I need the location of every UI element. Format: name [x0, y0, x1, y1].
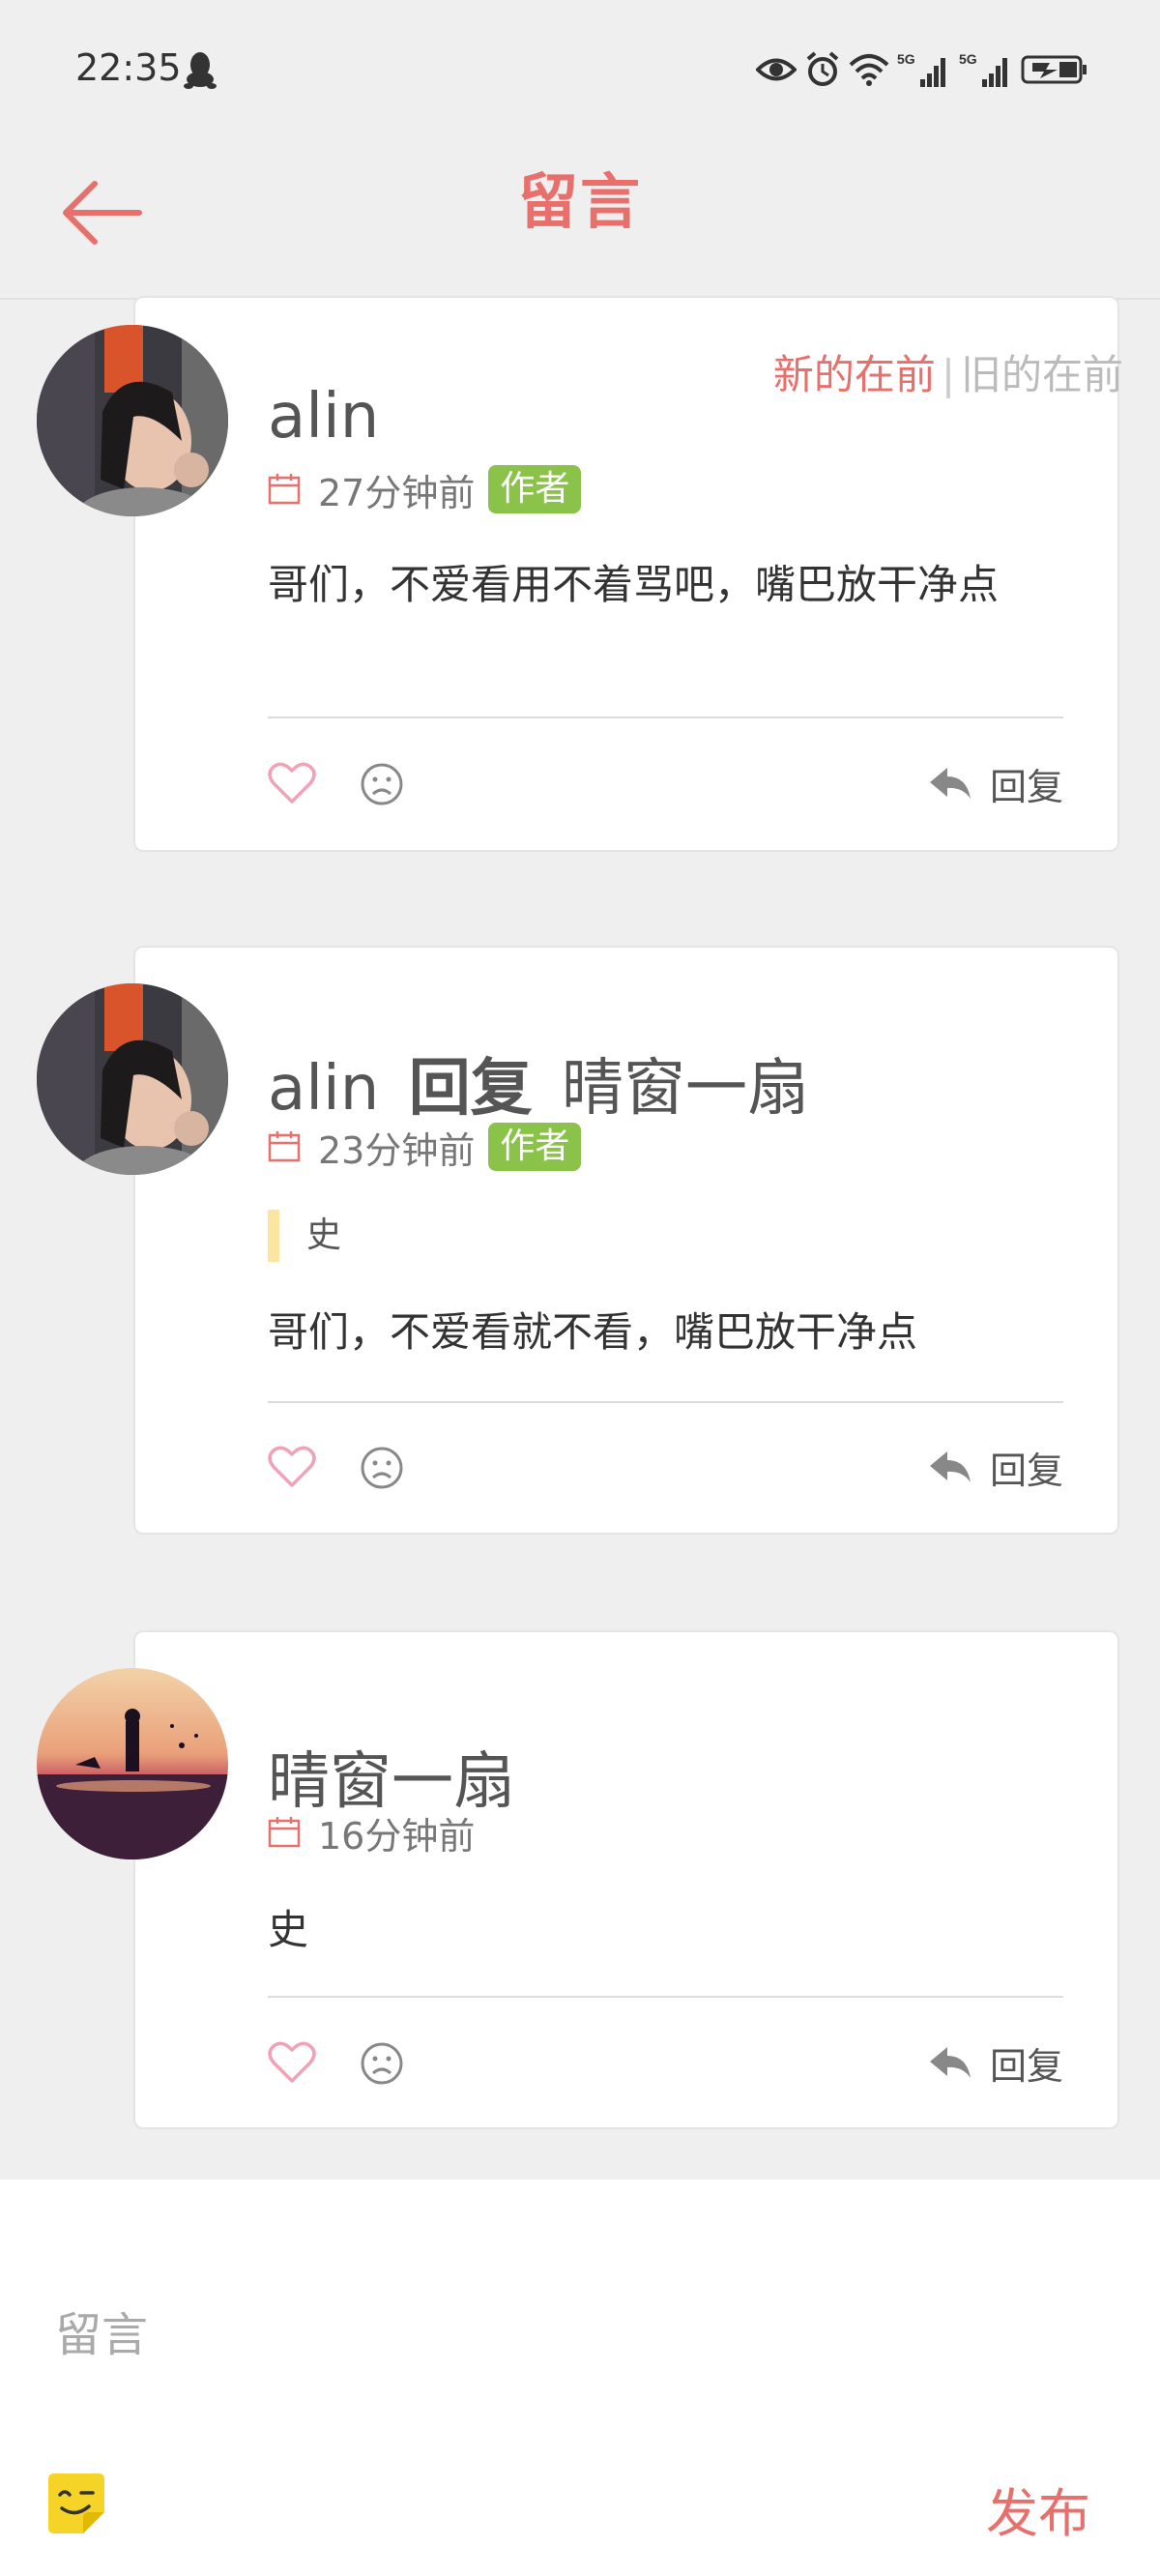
- reply-word: 回复: [408, 1053, 533, 1125]
- reply-label: 回复: [989, 766, 1063, 808]
- sad-face-icon[interactable]: [359, 761, 405, 807]
- reply-to-author[interactable]: 晴窗一扇: [562, 1053, 809, 1125]
- reply-label: 回复: [989, 1449, 1063, 1492]
- comment-actions: 回复: [268, 1439, 1063, 1497]
- reply-button[interactable]: 回复: [928, 2036, 1063, 2090]
- author-badge: 作者: [488, 1123, 582, 1171]
- comment-text: 哥们，不爱看用不着骂吧，嘴巴放干净点: [268, 561, 1000, 608]
- comment-meta: 27分钟前 作者: [268, 464, 582, 514]
- status-bar: 22:35 5G 5G: [0, 0, 1160, 135]
- heart-icon[interactable]: [268, 2040, 316, 2085]
- avatar[interactable]: [37, 325, 228, 516]
- battery-icon: [1021, 55, 1087, 84]
- comment-time: 23分钟前: [318, 1128, 476, 1172]
- quoted-comment: 史: [268, 1210, 341, 1262]
- comment-meta: 23分钟前 作者: [268, 1122, 582, 1172]
- comment-input[interactable]: [53, 2296, 1111, 2375]
- sad-face-icon[interactable]: [359, 1445, 405, 1491]
- comment-time: 16分钟前: [318, 1814, 476, 1858]
- sad-face-icon[interactable]: [359, 2040, 405, 2087]
- status-icons: 5G 5G: [756, 48, 1088, 91]
- comment-text: 哥们，不爱看就不看，嘴巴放干净点: [268, 1308, 918, 1356]
- avatar[interactable]: [37, 983, 228, 1175]
- wifi-icon: [849, 54, 889, 86]
- comment-author-line: alin 回复 晴窗一扇: [268, 1039, 809, 1127]
- qq-icon: [184, 52, 217, 89]
- comment-author[interactable]: alin: [268, 381, 379, 453]
- comment-time: 27分钟前: [318, 471, 476, 514]
- status-time: 22:35: [75, 46, 182, 89]
- calendar-icon: [268, 1817, 301, 1848]
- comment-actions: 回复: [268, 2034, 1063, 2093]
- divider: [268, 717, 1063, 718]
- signal-icon-2: 5G: [959, 51, 1007, 87]
- comment-actions: 回复: [268, 755, 1063, 813]
- avatar[interactable]: [37, 1668, 228, 1859]
- reply-button[interactable]: 回复: [928, 1441, 1063, 1494]
- sort-newest-tab[interactable]: 新的在前: [773, 351, 936, 398]
- reply-arrow-icon: [929, 767, 971, 799]
- app-header: 留言: [0, 135, 1160, 300]
- comment-meta: 16分钟前: [268, 1807, 475, 1858]
- publish-button[interactable]: 发布: [980, 2470, 1096, 2548]
- calendar-icon: [268, 474, 301, 505]
- comment-author-line: alin: [268, 381, 379, 453]
- divider: [268, 1996, 1063, 1998]
- eye-icon: [756, 58, 797, 81]
- reply-button[interactable]: 回复: [928, 757, 1063, 810]
- divider: [268, 1401, 1063, 1403]
- signal-icon-1: 5G: [897, 51, 945, 87]
- heart-icon[interactable]: [268, 761, 316, 805]
- reply-arrow-icon: [929, 1450, 971, 1482]
- reply-label: 回复: [989, 2045, 1063, 2088]
- comment-author[interactable]: alin: [268, 1053, 379, 1125]
- calendar-icon: [268, 1131, 301, 1162]
- sort-toggle: 新的在前 | 旧的在前: [773, 342, 1123, 401]
- alarm-icon: [806, 51, 839, 86]
- comment-composer: 发布: [0, 2180, 1160, 2576]
- sort-separator: |: [941, 351, 955, 398]
- author-badge: 作者: [488, 465, 582, 513]
- comment-text: 史: [268, 1906, 309, 1953]
- svg-text:5G: 5G: [897, 51, 915, 67]
- heart-icon[interactable]: [268, 1445, 316, 1489]
- svg-text:5G: 5G: [959, 51, 977, 67]
- sort-oldest-tab[interactable]: 旧的在前: [961, 351, 1123, 398]
- page-title: 留言: [517, 166, 642, 237]
- reply-arrow-icon: [929, 2046, 971, 2078]
- sticker-icon[interactable]: [43, 2470, 110, 2537]
